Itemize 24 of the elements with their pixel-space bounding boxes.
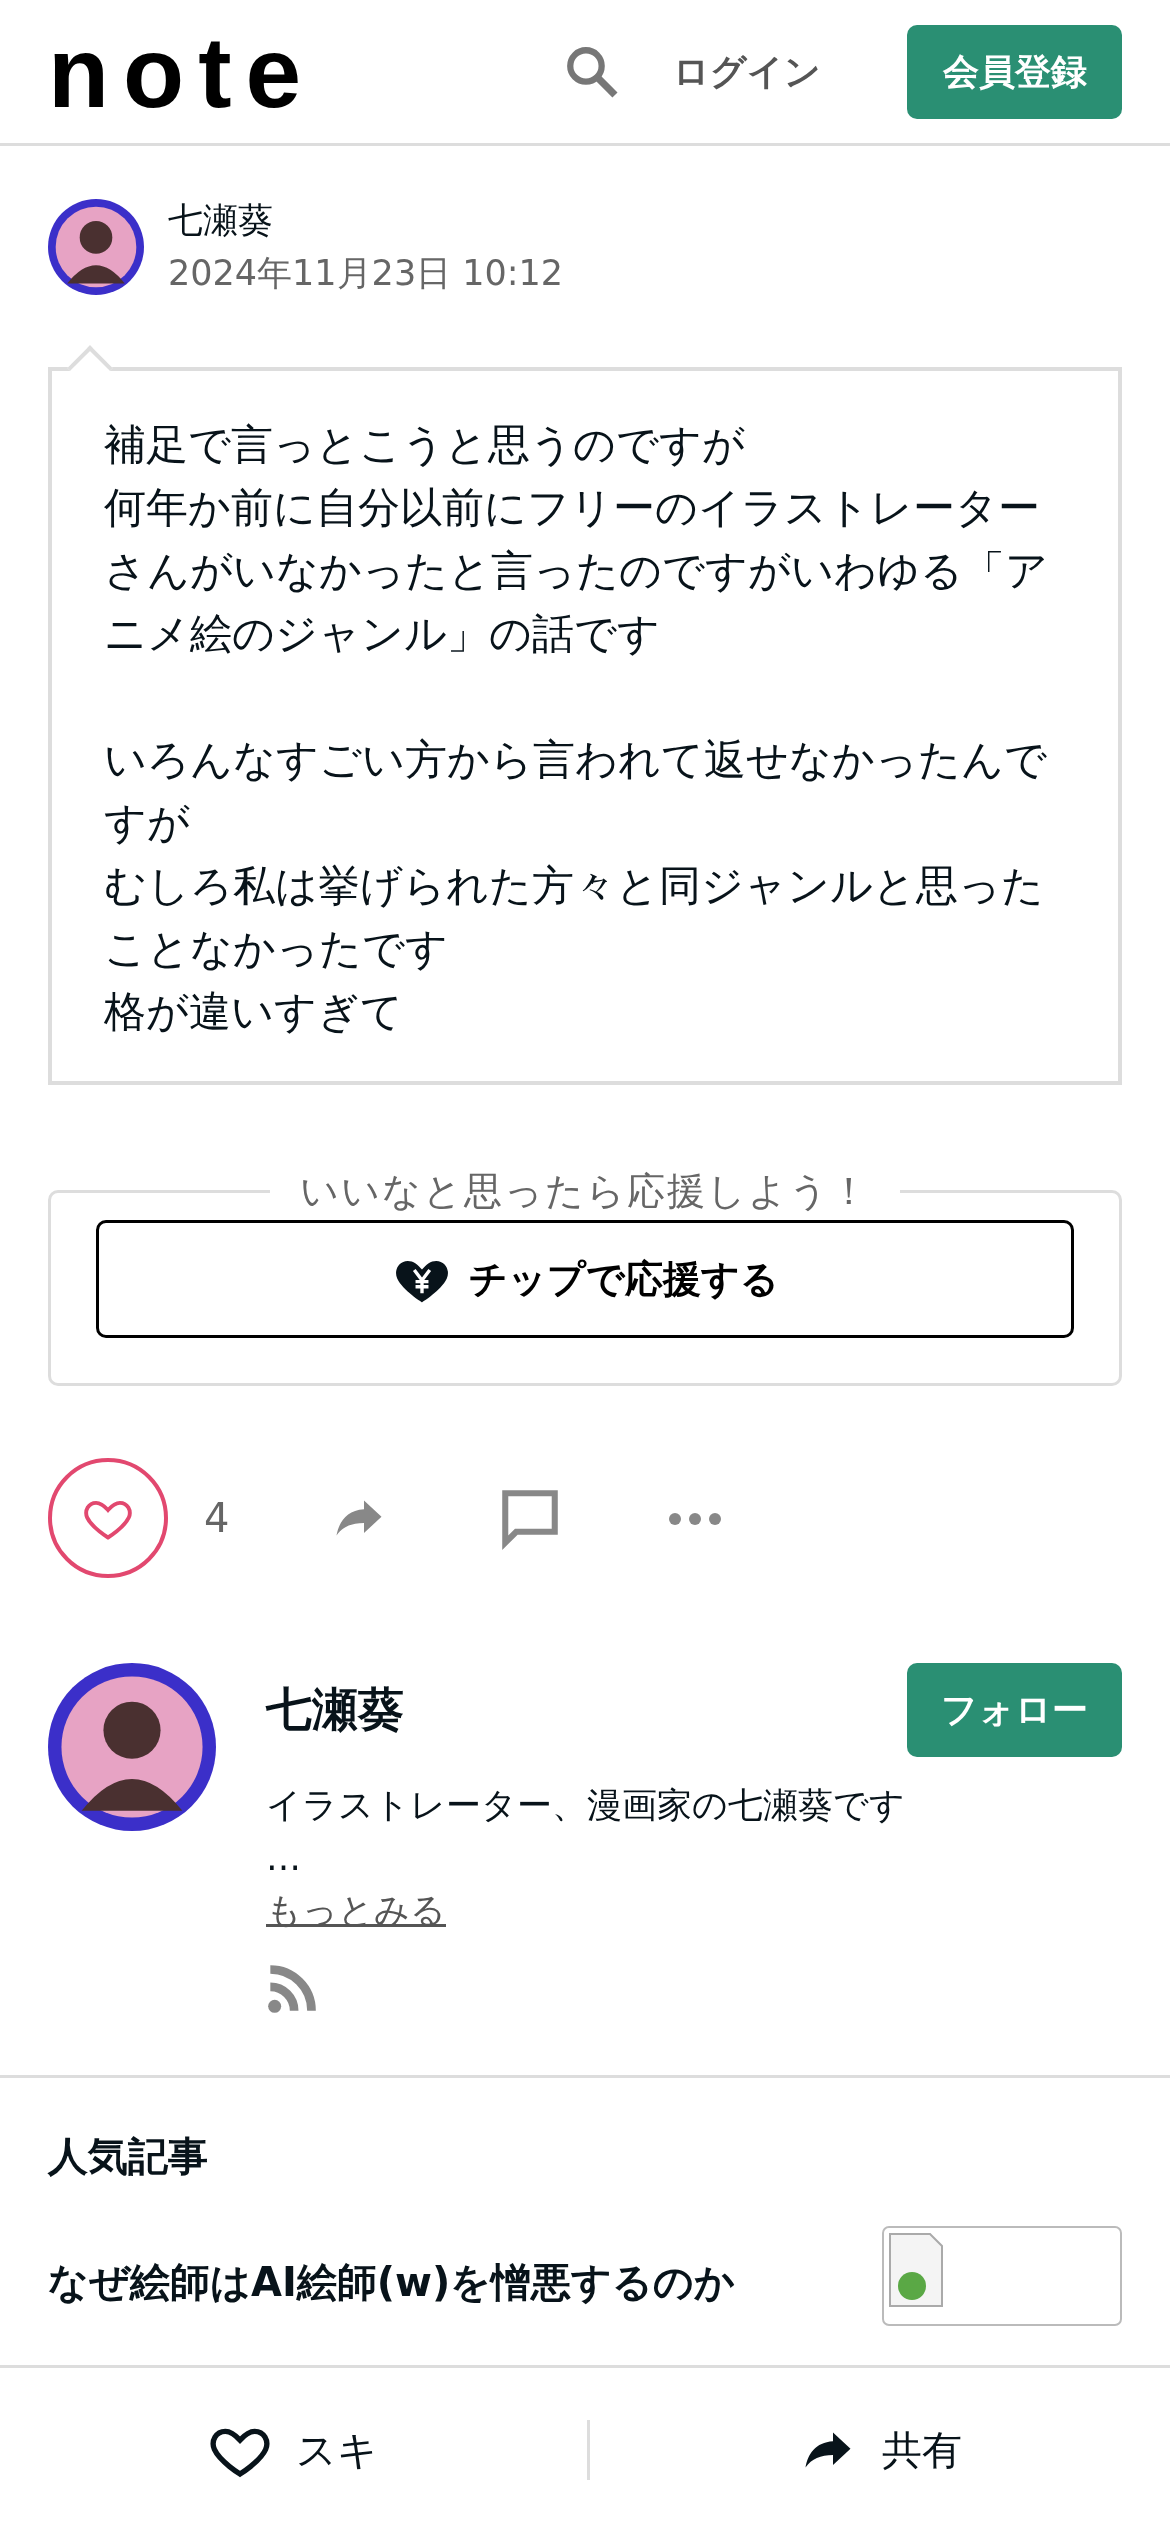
like-button[interactable]: スキ [202,2417,385,2483]
broken-image-icon [882,2225,1122,2326]
logo[interactable]: note [48,21,316,122]
signup-button[interactable]: 会員登録 [907,24,1122,119]
section-heading: 人気記事 [48,2131,209,2181]
post-text: むしろ私は挙げられた方々と同ジャンルと思ったことなかったです [104,860,1045,975]
tip-prompt: いいなと思ったら応援しよう！ [299,1168,871,1215]
like-count: 4 [204,1494,230,1543]
rss-icon[interactable] [266,1962,318,2015]
share-button[interactable]: 共有 [791,2419,968,2481]
profile-name[interactable]: 七瀬葵 [266,1675,404,1744]
post-text: いろんなすごい方から言われて返せなかったんですが [104,734,1048,849]
ellipsis: … [266,1836,302,1880]
profile-bio: イラストレーター、漫画家の七瀬葵です [266,1784,906,1827]
post-text: 何年か前に自分以前にフリーのイラストレーターさんがいなかったと言ったのですがいわゆる「アニメ絵のジャンル」の話です [104,482,1049,660]
login-link[interactable]: ログイン [673,44,821,99]
post-date: 2024年11月23日 10:12 [168,251,564,295]
read-more-link[interactable]: もっとみる [266,1890,446,1930]
post-text: 格が違いすぎて [104,986,404,1038]
tip-button[interactable]: チップで応援する [96,1220,1074,1338]
article-title[interactable]: なぜ絵師はAI絵師(w)を憎悪するのか [48,2251,736,2312]
author-name[interactable]: 七瀬葵 [168,194,564,247]
follow-button[interactable]: フォロー [907,1663,1122,1757]
post-text: 補足で言っとこうと思うのですが [104,419,746,471]
